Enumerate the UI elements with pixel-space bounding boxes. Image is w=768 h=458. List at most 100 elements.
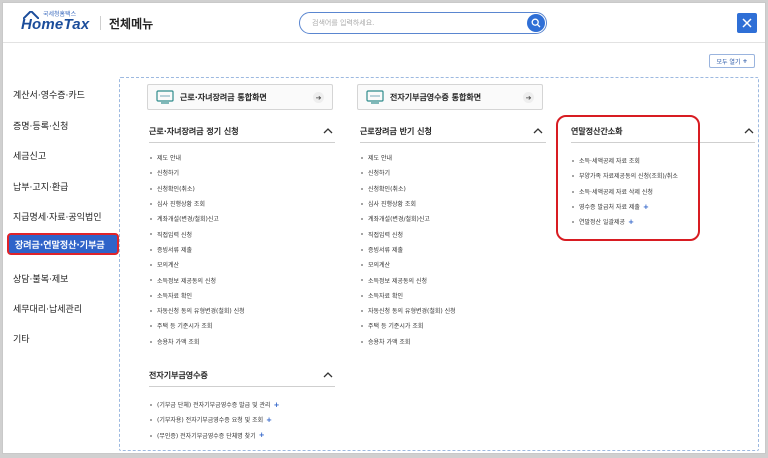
- section-divider: [149, 142, 335, 143]
- list-item[interactable]: 승용차 가액 조회: [149, 334, 245, 349]
- section-divider: [149, 386, 335, 387]
- sidebar-item-incentive-yearend[interactable]: 장려금·연말정산·기부금: [7, 233, 119, 255]
- list-item-label: (기부금 단체) 전자기부금영수증 발급 및 관리: [157, 402, 271, 410]
- full-menu-window: 국세청홈택스 HomeTax 전체메뉴 모두 열기 + 계산서·영수증·: [2, 2, 766, 454]
- list-item[interactable]: 자동신청 동의 유형변경(철회) 신청: [149, 303, 245, 318]
- list-item[interactable]: 승용차 가액 조회: [360, 334, 456, 349]
- sidebar-item-label: 증명·등록·신청: [13, 121, 69, 132]
- section-title-donation-receipt: 전자기부금영수증: [149, 371, 208, 380]
- list-item-label: 자동신청 동의 유형변경(철회) 신청: [157, 308, 245, 316]
- list-item[interactable]: (기부자용) 전자기부금영수증 요청 및 조회 +: [149, 412, 279, 427]
- sidebar-item-consult[interactable]: 상담·불복·제보: [13, 267, 117, 289]
- list-item-label: 제도 안내: [368, 155, 392, 163]
- list-item[interactable]: 심사 진행상황 조회: [360, 196, 456, 211]
- chevron-up-icon[interactable]: [323, 371, 333, 379]
- list-item-label: 승용차 가액 조회: [157, 338, 200, 346]
- list-item[interactable]: 증빙서류 제출: [360, 242, 456, 257]
- shortcut-label: 근로·자녀장려금 통합화면: [180, 92, 267, 102]
- list-item[interactable]: 신청확인(취소): [149, 181, 245, 196]
- search-box: [299, 12, 547, 34]
- list-item[interactable]: 모의계산: [149, 257, 245, 272]
- list-item[interactable]: 계좌개설(변경/철회)신고: [149, 211, 245, 226]
- donation-receipt-list: (기부금 단체) 전자기부금영수증 발급 및 관리 + (기부자용) 전자기부금영…: [149, 397, 279, 443]
- screenshot-frame: 국세청홈택스 HomeTax 전체메뉴 모두 열기 + 계산서·영수증·: [0, 0, 768, 458]
- sidebar-item-tax-return[interactable]: 세금신고: [13, 144, 117, 166]
- list-item[interactable]: 소득정보 제공동의 신청: [149, 272, 245, 287]
- list-item[interactable]: 소득자료 확인: [360, 288, 456, 303]
- open-all-button[interactable]: 모두 열기 +: [709, 54, 755, 68]
- section-title-incentive-regular: 근로·자녀장려금 정기 신청: [149, 127, 239, 136]
- sidebar-item-statements[interactable]: 지급명세·자료·공익법인: [13, 205, 117, 227]
- arrow-right-icon: ➔: [313, 92, 324, 103]
- chevron-up-icon[interactable]: [744, 127, 754, 135]
- plus-icon: +: [273, 400, 280, 409]
- arrow-right-icon: ➔: [523, 92, 534, 103]
- incentive-integrated-shortcut[interactable]: 근로·자녀장려금 통합화면 ➔: [147, 84, 333, 110]
- list-item-label: 승용차 가액 조회: [368, 338, 411, 346]
- list-item[interactable]: 제도 안내: [360, 150, 456, 165]
- list-item[interactable]: (무인증) 전자기부금영수증 단체명 찾기 +: [149, 428, 279, 443]
- list-item[interactable]: 자동신청 동의 유형변경(철회) 신청: [360, 303, 456, 318]
- list-item[interactable]: 소득정보 제공동의 신청: [360, 272, 456, 287]
- sidebar-item-certificate[interactable]: 증명·등록·신청: [13, 114, 117, 136]
- header: 국세청홈택스 HomeTax 전체메뉴: [3, 3, 765, 43]
- list-item-label: 직접입력 신청: [368, 231, 404, 239]
- list-item[interactable]: 모의계산: [360, 257, 456, 272]
- incentive-half-list: 제도 안내 신청하기 신청확인(취소) 심사 진행상황 조회 계좌개설(변경/철…: [360, 150, 456, 349]
- list-item[interactable]: 신청하기: [149, 165, 245, 180]
- section-divider: [360, 142, 546, 143]
- list-item[interactable]: 직접입력 신청: [360, 226, 456, 241]
- search-icon: [531, 18, 541, 28]
- list-item[interactable]: 신청확인(취소): [360, 181, 456, 196]
- list-item[interactable]: 신청하기: [360, 165, 456, 180]
- list-item-label: 모의계산: [368, 262, 391, 270]
- list-item-label: 신청하기: [368, 170, 391, 178]
- monitor-icon: [156, 90, 174, 104]
- logo-text: HomeTax: [21, 16, 90, 33]
- list-item[interactable]: 주택 등 기준시가 조회: [149, 318, 245, 333]
- sidebar-item-label: 상담·불복·제보: [13, 274, 69, 285]
- close-button[interactable]: [737, 13, 757, 33]
- list-item[interactable]: (기부금 단체) 전자기부금영수증 발급 및 관리 +: [149, 397, 279, 412]
- header-divider: [100, 16, 101, 30]
- search-input[interactable]: [312, 15, 512, 31]
- sidebar-item-etc[interactable]: 기타: [13, 327, 117, 349]
- plus-icon: +: [742, 57, 748, 65]
- list-item-label: 소득자료 확인: [157, 292, 193, 300]
- list-item-label: 신청하기: [157, 170, 180, 178]
- list-item-label: 계좌개설(변경/철회)신고: [157, 216, 219, 224]
- sidebar-item-label: 장려금·연말정산·기부금: [15, 240, 105, 251]
- list-item-label: 증빙서류 제출: [157, 246, 193, 254]
- list-item-label: 모의계산: [157, 262, 180, 270]
- list-item[interactable]: 직접입력 신청: [149, 226, 245, 241]
- list-item-label: 소득정보 제공동의 신청: [157, 277, 217, 285]
- list-item-label: (무인증) 전자기부금영수증 단체명 찾기: [157, 432, 256, 440]
- shortcut-label: 전자기부금영수증 통합화면: [390, 92, 482, 102]
- sidebar-item-agent[interactable]: 세무대리·납세관리: [13, 297, 117, 319]
- list-item[interactable]: 주택 등 기준시가 조회: [360, 318, 456, 333]
- sidebar-item-invoice[interactable]: 계산서·영수증·카드: [13, 83, 117, 105]
- list-item-label: 심사 진행상황 조회: [157, 201, 205, 209]
- chevron-up-icon[interactable]: [323, 127, 333, 135]
- page-title: 전체메뉴: [109, 17, 154, 31]
- list-item-label: 자동신청 동의 유형변경(철회) 신청: [368, 308, 456, 316]
- highlight-box: [556, 115, 700, 241]
- sidebar-item-payment[interactable]: 납부·고지·환급: [13, 175, 117, 197]
- list-item[interactable]: 제도 안내: [149, 150, 245, 165]
- incentive-regular-list: 제도 안내 신청하기 신청확인(취소) 심사 진행상황 조회 계좌개설(변경/철…: [149, 150, 245, 349]
- list-item[interactable]: 소득자료 확인: [149, 288, 245, 303]
- list-item-label: 계좌개설(변경/철회)신고: [368, 216, 430, 224]
- chevron-up-icon[interactable]: [533, 127, 543, 135]
- sidebar-item-label: 납부·고지·환급: [13, 182, 69, 193]
- section-title-incentive-half: 근로장려금 반기 신청: [360, 127, 432, 136]
- hometax-logo[interactable]: 국세청홈택스 HomeTax: [21, 9, 101, 37]
- list-item-label: 증빙서류 제출: [368, 246, 404, 254]
- sidebar-item-label: 세금신고: [13, 151, 47, 162]
- donation-receipt-shortcut[interactable]: 전자기부금영수증 통합화면 ➔: [357, 84, 543, 110]
- search-button[interactable]: [527, 14, 545, 32]
- sidebar-item-label: 계산서·영수증·카드: [13, 90, 85, 101]
- list-item[interactable]: 심사 진행상황 조회: [149, 196, 245, 211]
- sidebar-item-label: 기타: [13, 334, 30, 345]
- list-item[interactable]: 증빙서류 제출: [149, 242, 245, 257]
- list-item[interactable]: 계좌개설(변경/철회)신고: [360, 211, 456, 226]
